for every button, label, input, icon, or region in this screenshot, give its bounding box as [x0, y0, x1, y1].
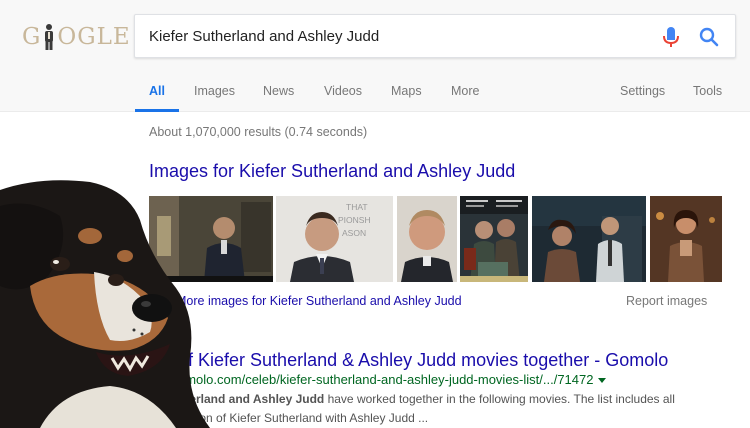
search-input[interactable] [149, 15, 649, 57]
result-stats: About 1,070,000 results (0.74 seconds) [149, 125, 368, 139]
tab-news[interactable]: News [263, 84, 294, 98]
search-tabs: All Images News Videos Maps More Setting… [0, 80, 750, 112]
tab-tools[interactable]: Tools [693, 84, 722, 98]
svg-text:PIONSH: PIONSH [338, 215, 371, 225]
url-menu-caret-icon[interactable] [598, 378, 607, 384]
tab-settings[interactable]: Settings [620, 84, 665, 98]
svg-text:ASON: ASON [342, 228, 366, 238]
tab-images[interactable]: Images [194, 84, 235, 98]
logo-letter-g: G [22, 24, 42, 50]
tab-videos[interactable]: Videos [324, 84, 362, 98]
result-url-text: omolo.com/celeb/kiefer-sutherland-and-as… [178, 372, 594, 387]
image-thumbnail-2[interactable]: THAT PIONSH ASON [276, 196, 393, 282]
report-images-link[interactable]: Report images [626, 294, 707, 308]
svg-text:THAT: THAT [346, 202, 368, 212]
microphone-icon[interactable] [661, 25, 681, 49]
active-tab-indicator [135, 109, 179, 112]
tab-maps[interactable]: Maps [391, 84, 422, 98]
image-thumbnail-5[interactable] [532, 196, 646, 282]
image-thumbnail-3[interactable] [397, 196, 457, 282]
logo-letters-ogle: OGLE [57, 24, 131, 50]
dog-photo-overlay [0, 180, 210, 428]
result-title-link[interactable]: of Kiefer Sutherland & Ashley Judd movie… [178, 350, 668, 371]
tab-more[interactable]: More [451, 84, 479, 98]
snippet-text: have worked together in the following mo… [324, 392, 675, 406]
google-logo[interactable]: G OGLE [22, 22, 131, 52]
tab-all[interactable]: All [149, 84, 165, 98]
result-url: omolo.com/celeb/kiefer-sutherland-and-as… [178, 372, 607, 387]
logo-figure-icon [45, 24, 54, 50]
search-icon[interactable] [697, 25, 721, 49]
image-thumbnail-6[interactable] [650, 196, 722, 282]
search-header: G OGLE All Images News Videos Maps More … [0, 0, 750, 112]
result-snippet: therland and Ashley Judd have worked tog… [178, 390, 718, 428]
search-box[interactable] [134, 14, 736, 58]
image-thumbnail-4[interactable] [460, 196, 528, 282]
